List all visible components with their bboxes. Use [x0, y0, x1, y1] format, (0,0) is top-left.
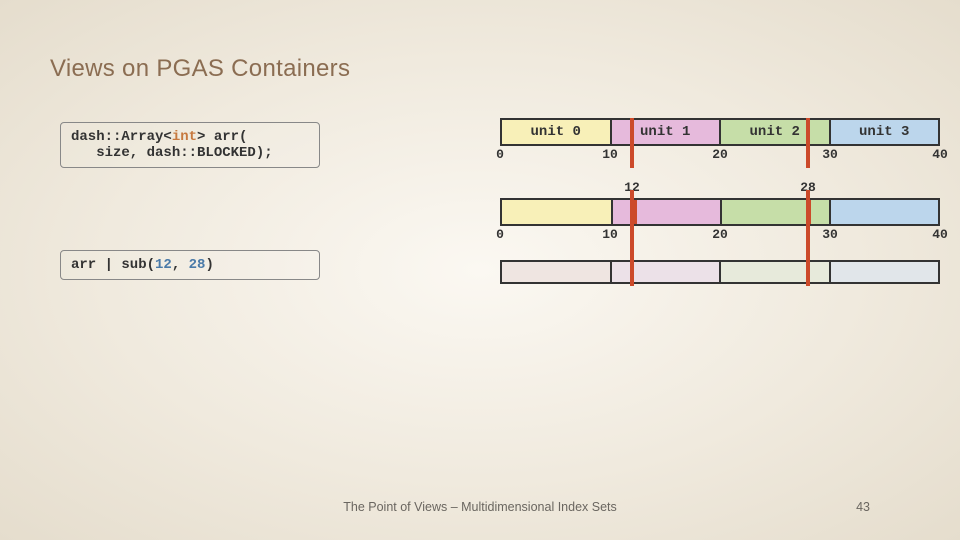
diagram-sub-range: 12 28 0 10 20 30 40 [500, 180, 940, 246]
unit-cell-0: unit 0 [502, 120, 610, 144]
range-labels: 12 28 [500, 180, 940, 198]
footer-text: The Point of Views – Multidimensional In… [0, 500, 960, 514]
seg-30-40 [829, 200, 938, 224]
seg-0-10 [502, 200, 611, 224]
faded-cell-3 [829, 262, 939, 282]
marker-28-top [806, 118, 810, 168]
code-text: , [172, 257, 189, 273]
units-row: unit 0 unit 1 unit 2 unit 3 [500, 118, 940, 146]
marker-28-bottom [806, 190, 810, 286]
code-text: ) [205, 257, 213, 273]
diagram-faded-units [500, 260, 940, 284]
tick-30: 30 [822, 147, 838, 162]
unit-cell-3: unit 3 [829, 120, 939, 144]
diagram-units-header: unit 0 unit 1 unit 2 unit 3 0 10 20 30 4… [500, 118, 940, 166]
tick-40: 40 [932, 147, 948, 162]
ticks-row2: 0 10 20 30 40 [500, 226, 940, 246]
sub-range-row [500, 198, 940, 226]
slide-title: Views on PGAS Containers [50, 55, 350, 83]
code-box-array-decl: dash::Array<int> arr( size, dash::BLOCKE… [60, 122, 320, 168]
units-row-faded [500, 260, 940, 284]
code-num-12: 12 [155, 257, 172, 273]
code-text: dash::Array< [71, 129, 172, 145]
slide-number: 43 [856, 500, 870, 514]
unit-cell-2: unit 2 [719, 120, 829, 144]
tick2-30: 30 [822, 227, 838, 242]
tick2-40: 40 [932, 227, 948, 242]
ticks-top: 0 10 20 30 40 [500, 146, 940, 166]
code-text: arr | sub( [71, 257, 155, 273]
tick-0: 0 [496, 147, 504, 162]
unit-cell-1: unit 1 [610, 120, 720, 144]
tick2-0: 0 [496, 227, 504, 242]
tick-20: 20 [712, 147, 728, 162]
code-text: size, dash::BLOCKED); [71, 145, 273, 161]
code-text: > arr( [197, 129, 247, 145]
faded-cell-0 [502, 262, 610, 282]
faded-cell-1 [610, 262, 720, 282]
faded-cell-2 [719, 262, 829, 282]
code-num-28: 28 [189, 257, 206, 273]
seg-28-30 [807, 200, 829, 224]
seg-12-20 [633, 200, 720, 224]
tick2-20: 20 [712, 227, 728, 242]
code-box-sub-expr: arr | sub(12, 28) [60, 250, 320, 280]
code-type-int: int [172, 129, 197, 145]
tick2-10: 10 [602, 227, 618, 242]
tick-10: 10 [602, 147, 618, 162]
marker-12-top [630, 118, 634, 168]
marker-12-bottom [630, 190, 634, 286]
seg-20-28 [720, 200, 807, 224]
